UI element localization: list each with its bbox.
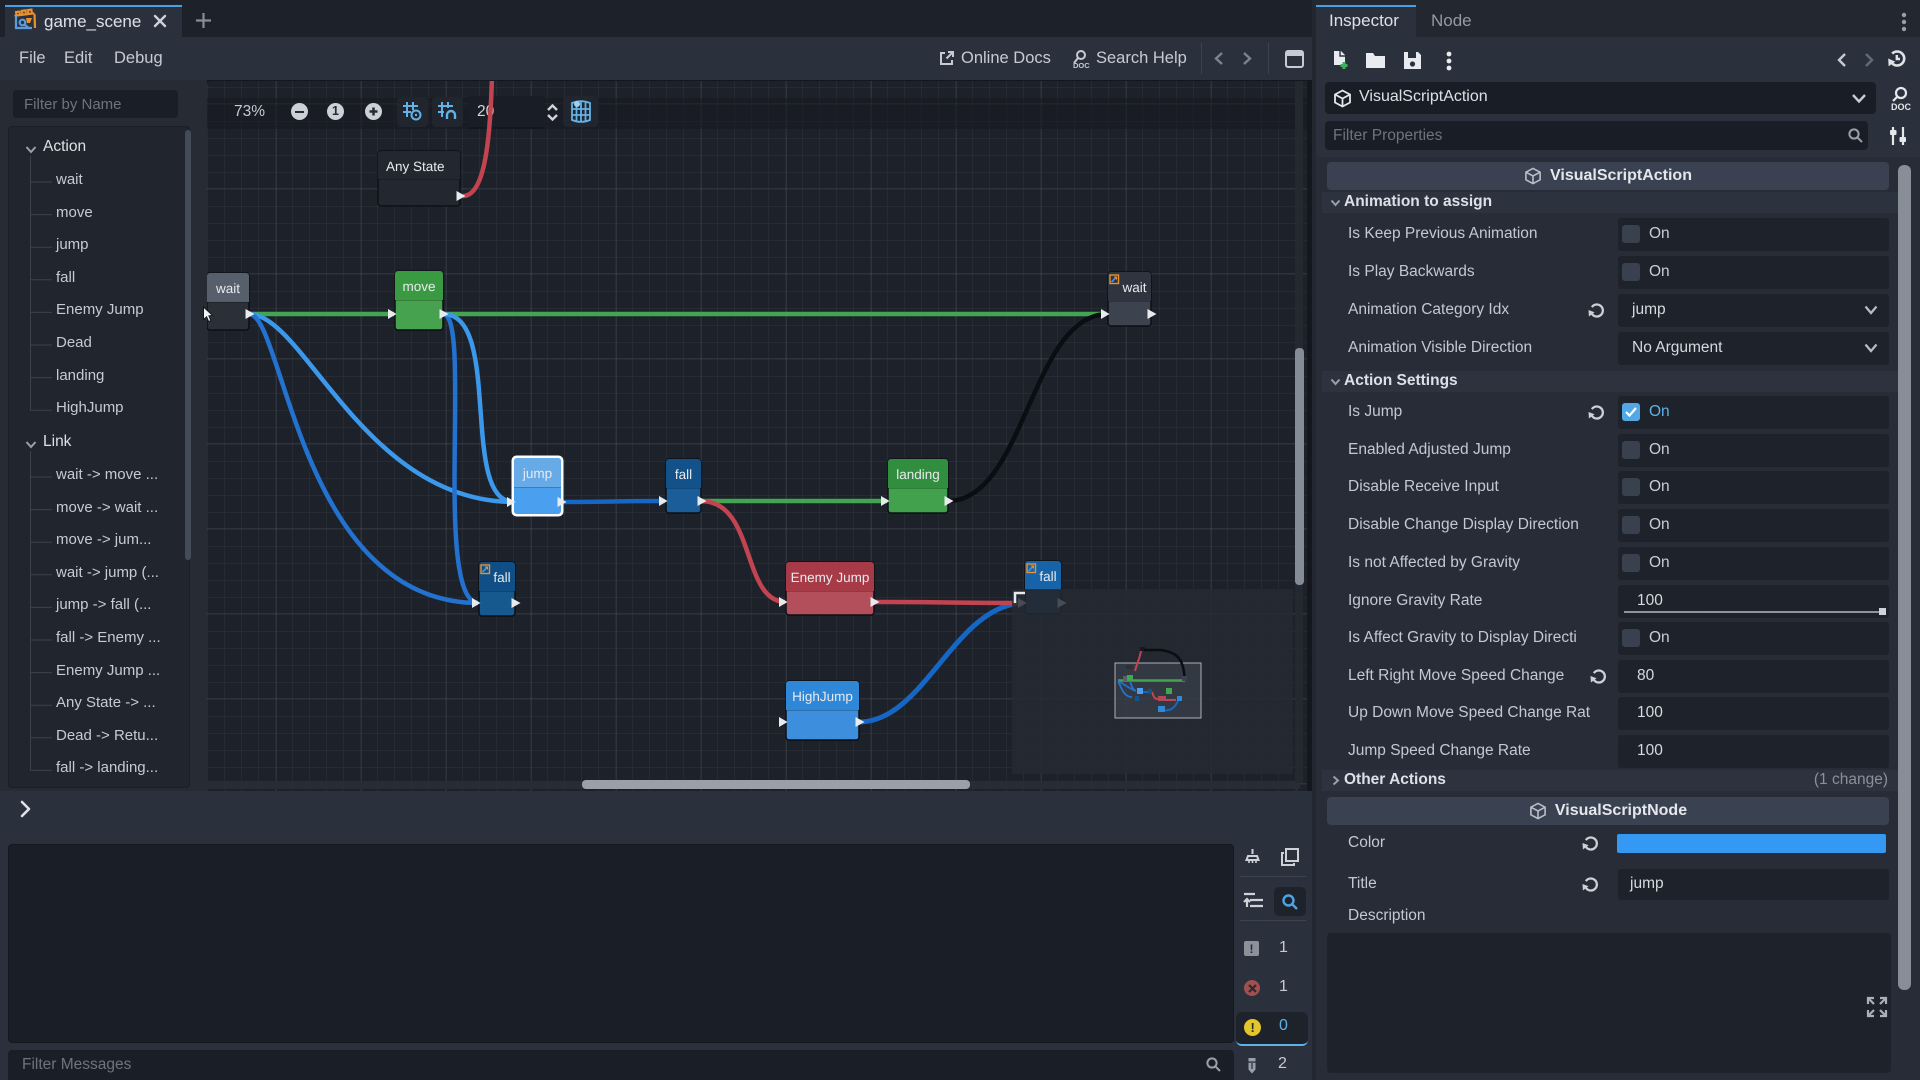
svg-text:fall: fall (675, 467, 692, 482)
svg-text:DOC: DOC (1073, 61, 1090, 70)
svg-text:DOC: DOC (1891, 102, 1912, 112)
svg-text:jump: jump (522, 466, 552, 481)
svg-text:move: move (402, 279, 435, 294)
svg-text:Any State: Any State (386, 159, 445, 174)
svg-text:wait: wait (1121, 280, 1146, 295)
svg-text:wait: wait (215, 281, 240, 296)
svg-text:HighJump: HighJump (792, 689, 853, 704)
svg-text:fall: fall (1039, 569, 1056, 584)
svg-text:landing: landing (896, 467, 940, 482)
svg-text:fall: fall (493, 570, 510, 585)
svg-text:Enemy Jump: Enemy Jump (791, 570, 870, 585)
